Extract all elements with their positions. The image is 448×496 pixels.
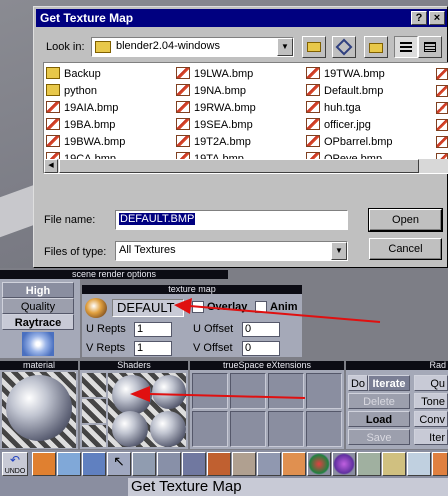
arrow-head bbox=[130, 386, 150, 402]
arrow-to-shader-preview bbox=[149, 393, 306, 399]
arrow-head bbox=[174, 298, 192, 314]
annotation-arrows bbox=[130, 298, 381, 402]
arrow-to-texture-name bbox=[189, 305, 381, 323]
